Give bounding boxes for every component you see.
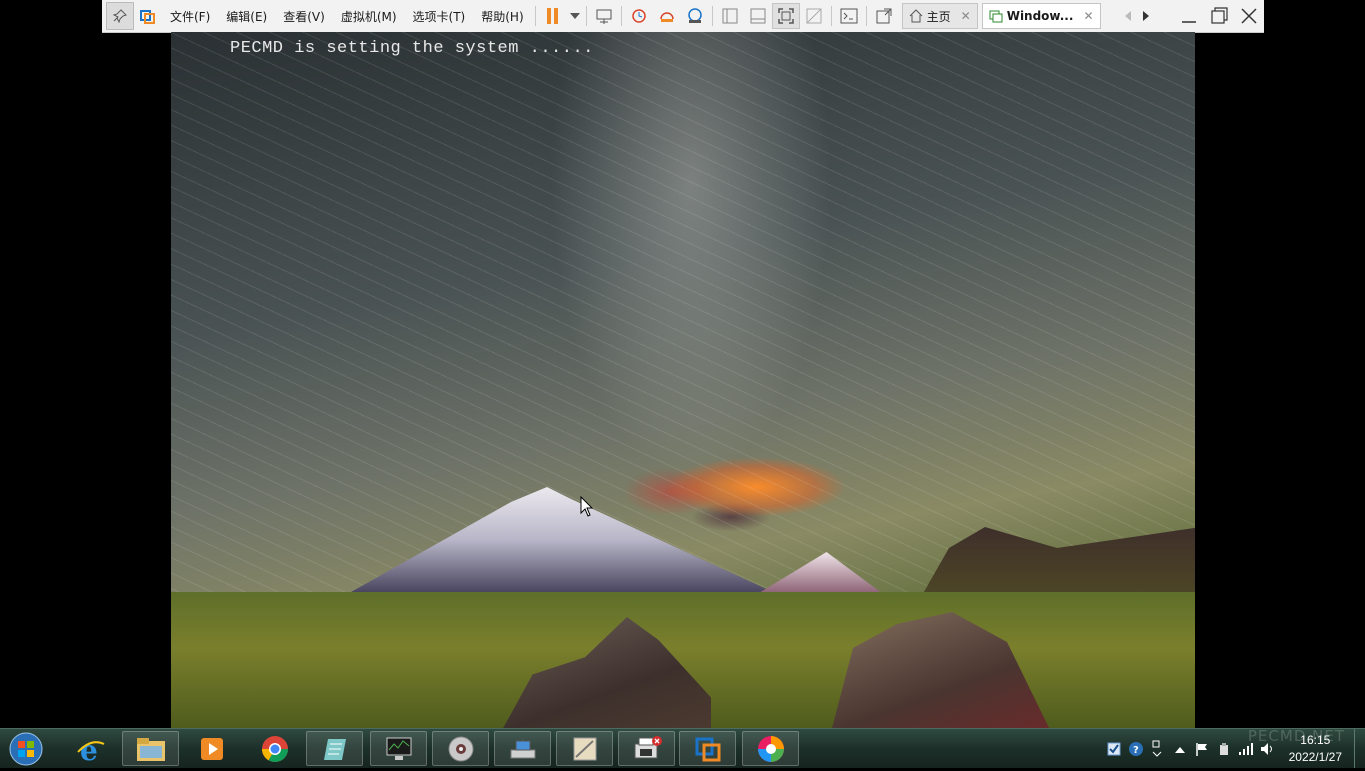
start-button[interactable]	[6, 731, 46, 767]
separator	[830, 6, 832, 26]
tab-home[interactable]: 主页 ✕	[901, 3, 978, 29]
media-player-icon[interactable]	[183, 731, 240, 766]
separator	[711, 6, 713, 26]
menu-help[interactable]: 帮助(H)	[473, 8, 531, 25]
boot-status-message: PECMD is setting the system ......	[230, 39, 594, 58]
safely-remove-icon[interactable]	[1213, 738, 1235, 760]
vm-tab-icon	[989, 10, 1003, 23]
show-hidden-icons-icon[interactable]	[1169, 738, 1191, 760]
send-ctrl-alt-del-icon[interactable]	[590, 3, 618, 29]
input-method-icon[interactable]	[1147, 738, 1169, 760]
snapshot-icon[interactable]	[625, 3, 653, 29]
vmware-logo-icon[interactable]	[134, 3, 162, 29]
clock[interactable]: 16:15 2022/1/27	[1289, 732, 1342, 766]
library-view-icon[interactable]	[716, 3, 744, 29]
revert-snapshot-icon[interactable]	[653, 3, 681, 29]
close-window-icon[interactable]	[1234, 3, 1264, 29]
unity-icon[interactable]	[800, 3, 828, 29]
tab-home-label: 主页	[926, 9, 951, 24]
show-desktop-button[interactable]	[1354, 729, 1365, 768]
separator	[865, 6, 867, 26]
network-signal-icon[interactable]	[1235, 738, 1257, 760]
pause-icon[interactable]	[539, 3, 567, 29]
tab-vm-label: Window...	[1006, 9, 1074, 23]
svg-text:e: e	[80, 734, 98, 764]
chevron-down-icon[interactable]	[567, 3, 583, 29]
close-icon[interactable]: ✕	[961, 9, 971, 23]
checkbox-tray-icon[interactable]	[1103, 738, 1125, 760]
guest-desktop-wallpaper: PECMD is setting the system ......	[171, 32, 1195, 728]
separator	[620, 6, 622, 26]
chrome-icon[interactable]	[246, 731, 303, 766]
separator	[585, 6, 587, 26]
console-icon[interactable]	[835, 3, 863, 29]
menu-file[interactable]: 文件(F)	[162, 8, 218, 25]
notepad-icon[interactable]	[306, 731, 363, 766]
svg-text:?: ?	[1133, 745, 1139, 756]
minimize-icon[interactable]	[1174, 3, 1204, 29]
file-explorer-icon[interactable]	[122, 731, 179, 766]
full-screen-icon[interactable]	[771, 3, 800, 29]
clock-time: 16:15	[1300, 732, 1331, 747]
taskbar: e PECMD.NET ? 16:15 2022/1/27	[0, 727, 1365, 768]
close-icon[interactable]: ✕	[1083, 9, 1093, 23]
help-icon[interactable]: ?	[1125, 738, 1147, 760]
menu-edit[interactable]: 编辑(E)	[218, 8, 275, 25]
tab-scroll-right-icon[interactable]	[1137, 3, 1155, 29]
vmware-toolbar: 文件(F) 编辑(E) 查看(V) 虚拟机(M) 选项卡(T) 帮助(H) 主页…	[102, 0, 1264, 33]
snapshot-manager-icon[interactable]	[681, 3, 709, 29]
volume-icon[interactable]	[1257, 738, 1279, 760]
printer-app-icon[interactable]	[618, 731, 675, 766]
image-tool-icon[interactable]	[556, 731, 613, 766]
thumbnail-bar-icon[interactable]	[744, 3, 772, 29]
menu-view[interactable]: 查看(V)	[275, 8, 333, 25]
separator	[534, 6, 536, 26]
restore-icon[interactable]	[1204, 3, 1234, 29]
system-tray: ? 16:15 2022/1/27	[1103, 729, 1365, 768]
action-center-flag-icon[interactable]	[1191, 738, 1213, 760]
internet-explorer-icon[interactable]: e	[62, 731, 119, 766]
home-icon	[909, 9, 922, 23]
menu-tabs[interactable]: 选项卡(T)	[405, 8, 474, 25]
window-controls	[1174, 3, 1264, 29]
mouse-cursor-icon	[580, 496, 594, 517]
pin-icon[interactable]	[106, 2, 134, 30]
color-wheel-app-icon[interactable]	[742, 731, 799, 766]
task-manager-icon[interactable]	[370, 731, 427, 766]
vmware-app-icon[interactable]	[679, 731, 736, 766]
stretch-guest-icon[interactable]	[870, 3, 898, 29]
disc-burner-icon[interactable]	[432, 731, 489, 766]
clock-date: 2022/1/27	[1288, 749, 1342, 764]
menu-vm[interactable]: 虚拟机(M)	[333, 8, 405, 25]
network-tool-icon[interactable]	[494, 731, 551, 766]
tab-vm[interactable]: Window... ✕	[981, 3, 1101, 29]
tab-scroll-left-icon[interactable]	[1119, 3, 1137, 29]
